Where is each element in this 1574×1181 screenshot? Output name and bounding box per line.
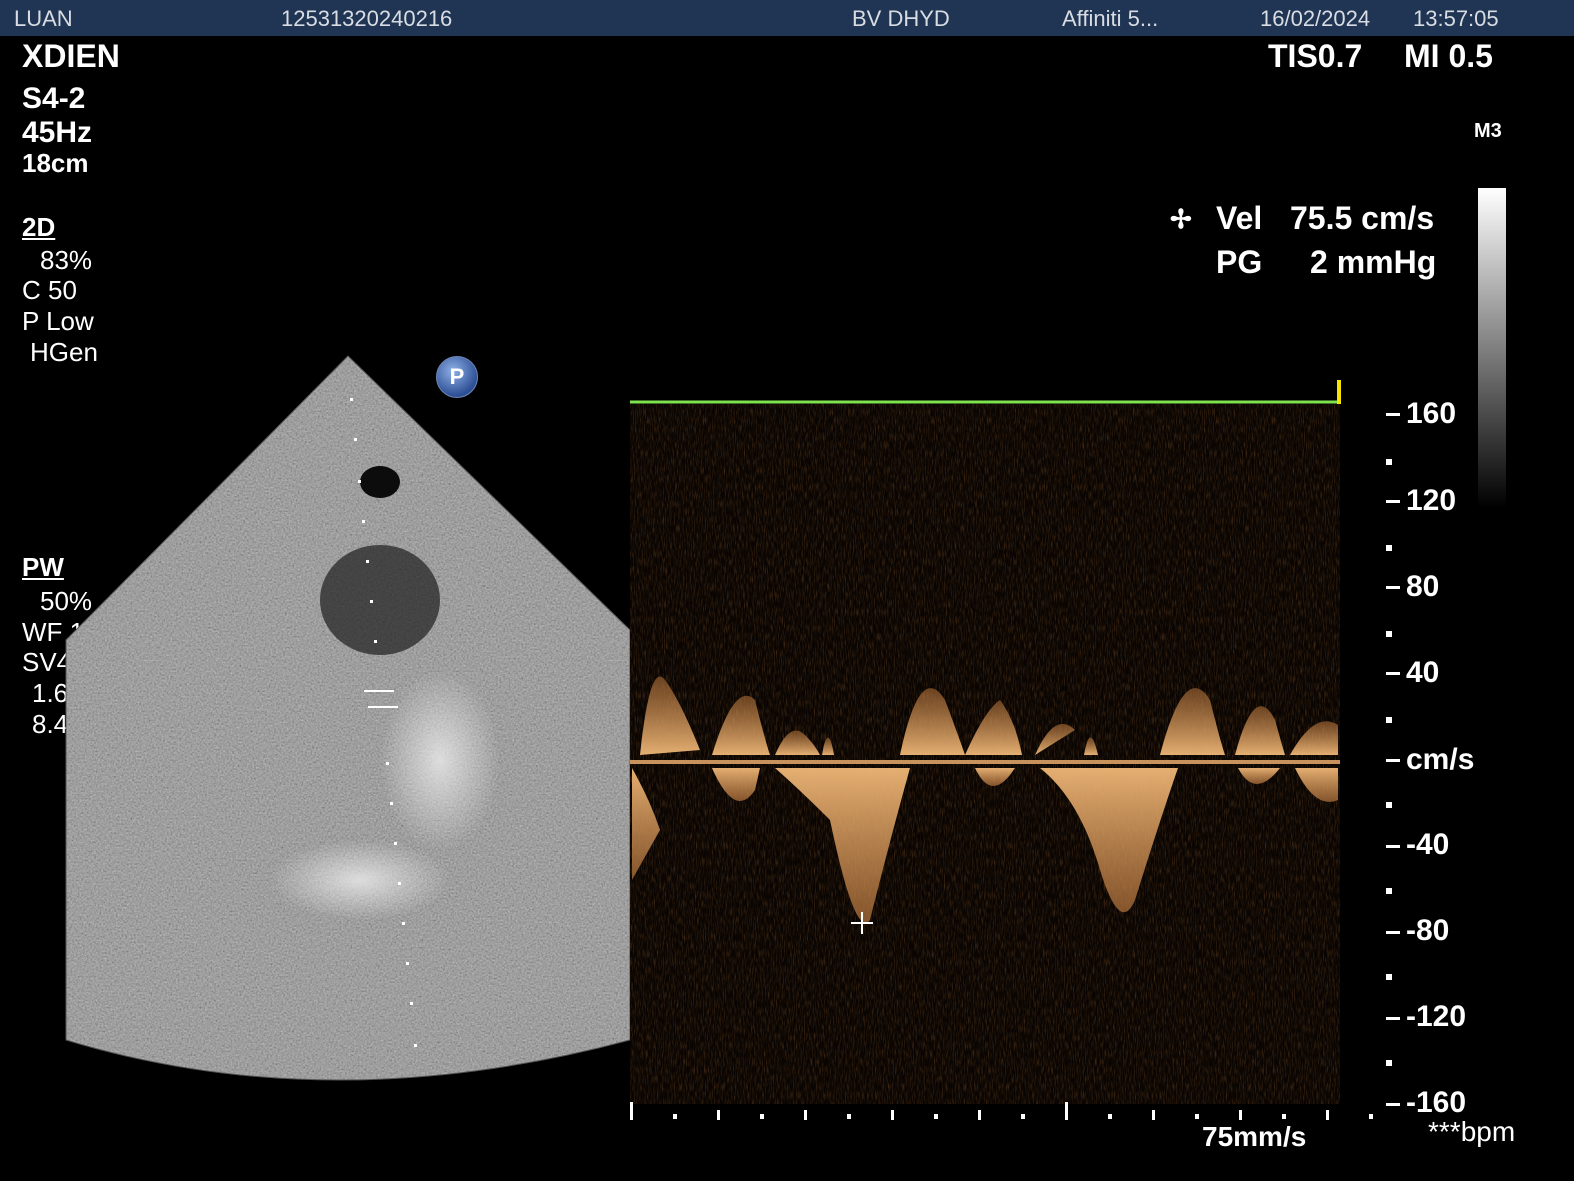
scale-label-120: 120 [1406,484,1457,517]
scale-label-neg80: -80 [1406,914,1450,947]
scale-label-40: 40 [1406,656,1440,689]
sweep-speed: 75mm/s [1202,1121,1307,1152]
scale-label-neg160: -160 [1406,1086,1467,1119]
doppler-spectrum [630,380,1400,1120]
scale-label-80: 80 [1406,570,1440,603]
heart-rate: ***bpm [1428,1116,1516,1147]
scale-label-neg120: -120 [1406,1000,1467,1033]
scale-unit: cm/s [1406,743,1475,776]
scale-label-160: 160 [1406,397,1457,430]
scale-label-neg40: -40 [1406,828,1450,861]
